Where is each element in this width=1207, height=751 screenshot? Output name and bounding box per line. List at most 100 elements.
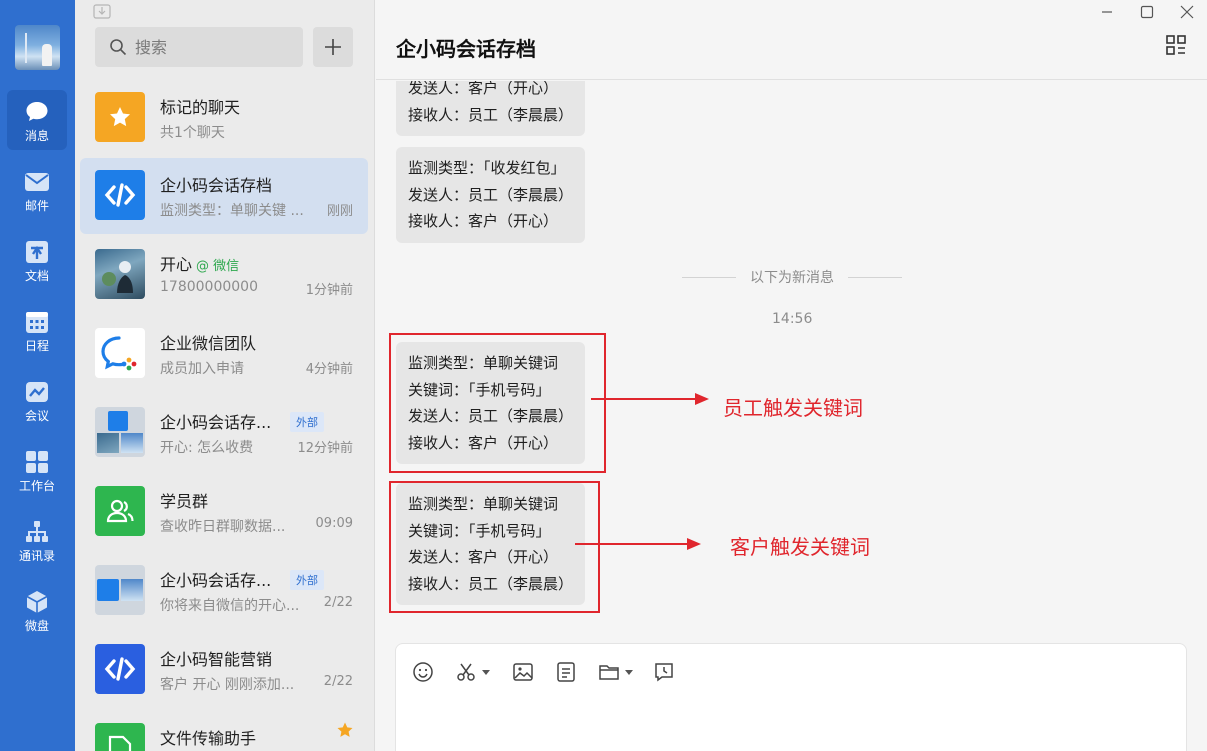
avatar xyxy=(95,723,145,751)
star-icon xyxy=(337,722,353,737)
add-button[interactable] xyxy=(313,27,353,67)
message-timestamp: 14:56 xyxy=(772,311,813,327)
image-icon xyxy=(513,663,533,681)
wecom-logo-icon xyxy=(101,336,137,371)
collapse-icon[interactable] xyxy=(93,4,111,20)
notes-icon xyxy=(557,662,575,682)
emoji-button[interactable] xyxy=(412,660,434,684)
left-nav-bar: 消息 邮件 文档 日程 会议 工作台 通讯录 微盘 xyxy=(0,0,75,751)
nav-item-contacts[interactable]: 通讯录 xyxy=(7,510,67,570)
conversation-preview: 17800000000 xyxy=(160,279,258,295)
conversation-preview: 监测类型：单聊关键 ... xyxy=(160,203,304,219)
chevron-down-icon[interactable] xyxy=(482,669,490,675)
conversation-name: 企小码会话存档 xyxy=(160,176,273,195)
maximize-button[interactable] xyxy=(1127,0,1167,24)
conversation-name: 学员群 xyxy=(160,492,209,511)
highlight-box xyxy=(389,333,606,473)
message-bubble[interactable]: 发送人：客户（开心） 接收人：员工（李晨晨） xyxy=(396,81,586,136)
new-messages-divider: 以下为新消息 xyxy=(682,267,902,287)
message-line: 发送人：员工（李晨晨） xyxy=(408,185,574,204)
chat-history-icon xyxy=(655,663,673,682)
conversation-name: 企小码会话存... xyxy=(160,571,272,590)
arrow-icon xyxy=(591,393,709,405)
nav-item-messages[interactable]: 消息 xyxy=(7,90,67,150)
chat-panel: 企小码会话存档 发送人：客户（开心） 接收人：员工（李晨晨） 监测类型：「收发红… xyxy=(376,0,1207,751)
code-avatar xyxy=(95,644,145,694)
nav-item-mail[interactable]: 邮件 xyxy=(7,160,67,220)
close-button[interactable] xyxy=(1167,0,1207,24)
minimize-icon xyxy=(1102,11,1112,13)
emoji-icon xyxy=(413,662,433,682)
conversation-item-file-transfer[interactable]: 文件传输助手 xyxy=(80,711,368,751)
search-input[interactable] xyxy=(135,37,295,57)
screenshot-button[interactable] xyxy=(455,660,490,684)
chat-header: 企小码会话存档 xyxy=(376,0,1207,80)
my-avatar[interactable] xyxy=(15,25,60,70)
nav-label: 文档 xyxy=(24,269,49,283)
nav-label: 消息 xyxy=(24,129,49,143)
conversation-time: 2/22 xyxy=(323,674,353,689)
message-composer[interactable] xyxy=(395,643,1187,751)
search-box[interactable] xyxy=(95,27,303,67)
chat-details-icon[interactable] xyxy=(1165,34,1187,56)
conversation-name: 企小码智能营销 xyxy=(160,650,273,669)
folder-button[interactable] xyxy=(598,660,633,684)
conversation-name: 企业微信团队 xyxy=(160,334,257,353)
conversation-item-group-external[interactable]: 企小码会话存... 外部 开心: 怎么收费 12分钟前 xyxy=(80,395,368,471)
divider-label: 以下为新消息 xyxy=(750,270,834,286)
message-line: 接收人：客户（开心） xyxy=(408,212,559,230)
nav-item-meeting[interactable]: 会议 xyxy=(7,370,67,430)
nav-item-calendar[interactable]: 日程 xyxy=(7,300,67,360)
meeting-icon xyxy=(26,382,48,402)
conversation-name: 企小码会话存... xyxy=(160,413,272,432)
arrow-icon xyxy=(575,538,701,550)
nav-label: 邮件 xyxy=(24,199,49,213)
conversation-item-smart-marketing[interactable]: 企小码智能营销 客户 开心 刚刚添加... 2/22 xyxy=(80,632,368,708)
notes-button[interactable] xyxy=(555,660,577,684)
nav-item-drive[interactable]: 微盘 xyxy=(7,580,67,640)
contacts-icon xyxy=(26,521,48,542)
chat-history-button[interactable] xyxy=(653,660,675,684)
photo-avatar-icon xyxy=(121,579,143,601)
nav-item-workbench[interactable]: 工作台 xyxy=(7,440,67,500)
scissors-icon xyxy=(457,663,475,681)
group-avatar xyxy=(95,407,145,457)
document-icon xyxy=(26,241,48,263)
annotation-label: 员工触发关键词 xyxy=(723,396,863,420)
conversation-item-student-group[interactable]: 学员群 查收昨日群聊数据... 09:09 xyxy=(80,474,368,550)
conversation-item-wecom-team[interactable]: 企业微信团队 成员加入申请 4分钟前 xyxy=(80,316,368,392)
avatar xyxy=(95,486,145,536)
conversation-name: 标记的聊天 xyxy=(160,98,241,117)
chevron-down-icon[interactable] xyxy=(625,669,633,675)
nav-label: 会议 xyxy=(24,409,49,423)
conversation-preview: 共1个聊天 xyxy=(160,125,225,141)
nav-label: 工作台 xyxy=(18,479,55,493)
conversation-preview: 你将来自微信的开心... xyxy=(160,598,300,614)
conversation-preview: 开心: 怎么收费 xyxy=(160,440,254,456)
avatar xyxy=(95,328,145,378)
conversation-item-kaixin[interactable]: 开心 @ 微信 17800000000 1分钟前 xyxy=(80,237,368,313)
photo-avatar-icon xyxy=(97,433,119,453)
conversation-item-group-external-2[interactable]: 企小码会话存... 外部 你将来自微信的开心... 2/22 xyxy=(80,553,368,629)
nav-label: 通讯录 xyxy=(18,549,55,563)
code-avatar xyxy=(95,170,145,220)
minimize-button[interactable] xyxy=(1087,0,1127,24)
photo-avatar-icon xyxy=(121,433,143,453)
conversation-item-starred[interactable]: 标记的聊天 共1个聊天 xyxy=(80,80,368,156)
cloud-drive-icon xyxy=(26,591,48,613)
code-logo-icon xyxy=(97,579,119,601)
conversation-time: 09:09 xyxy=(315,516,353,531)
image-button[interactable] xyxy=(512,660,534,684)
message-line: 发送人：客户（开心） xyxy=(408,81,559,97)
conversation-preview: 查收昨日群聊数据... xyxy=(160,519,286,535)
conversation-preview: 成员加入申请 xyxy=(160,361,244,377)
maximize-icon xyxy=(1140,5,1154,19)
star-avatar xyxy=(95,92,145,142)
nav-item-docs[interactable]: 文档 xyxy=(7,230,67,290)
calendar-icon xyxy=(26,312,48,333)
chat-bubble-icon xyxy=(26,102,48,121)
group-icon xyxy=(106,499,134,523)
conversation-item-session-archive[interactable]: 企小码会话存档 监测类型：单聊关键 ... 刚刚 xyxy=(80,158,368,234)
conversation-time: 1分钟前 xyxy=(305,283,353,298)
message-bubble[interactable]: 监测类型：「收发红包」 发送人：员工（李晨晨） 接收人：客户（开心） xyxy=(396,147,586,243)
